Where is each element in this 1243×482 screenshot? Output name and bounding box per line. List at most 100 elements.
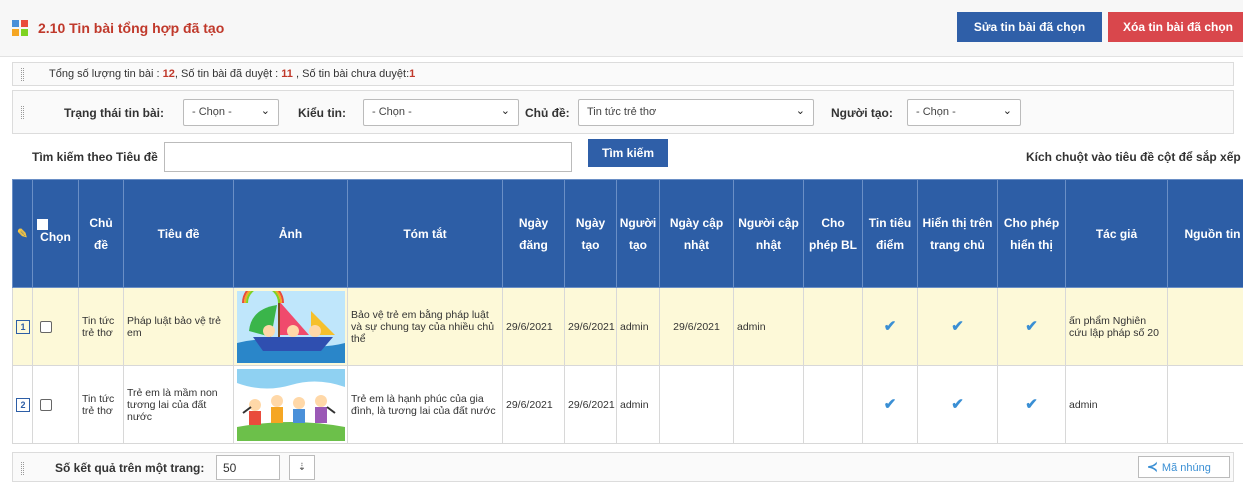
drag-handle-icon[interactable] <box>21 68 24 81</box>
updater-cell: admin <box>733 287 804 366</box>
creator-filter-select[interactable]: - Chọn - ⌄ <box>907 99 1021 126</box>
title-cell[interactable]: Trẻ em là mầm non tương lai của đất nước <box>123 365 234 444</box>
topic-filter-value: Tin tức trẻ thơ <box>587 106 657 118</box>
embed-label: Mã nhúng <box>1161 462 1211 474</box>
edit-selected-button[interactable]: Sửa tin bài đã chọn <box>957 12 1102 42</box>
title-cell[interactable]: Pháp luật bảo vệ trẻ em <box>123 287 234 366</box>
topic-filter-label: Chủ đề: <box>525 106 570 120</box>
title-wrap: 2.10 Tin bài tổng hợp đã tạo <box>12 20 224 36</box>
delete-selected-button[interactable]: Xóa tin bài đã chọn <box>1108 12 1243 42</box>
approved-label: , Số tin bài đã duyệt : <box>174 68 282 80</box>
created-cell: 29/6/2021 <box>564 365 617 444</box>
author-cell: admin <box>1065 365 1168 444</box>
column-menu-icon[interactable]: ✎ <box>12 179 33 288</box>
select-all-checkbox[interactable] <box>37 219 48 230</box>
col-updater[interactable]: Người cập nhật <box>733 179 804 288</box>
col-featured[interactable]: Tin tiêu điểm <box>862 179 918 288</box>
children-playing-image[interactable] <box>237 368 345 441</box>
row-index[interactable]: 2 <box>16 397 30 412</box>
drag-handle-icon[interactable] <box>21 106 24 119</box>
module-grid-icon <box>12 20 28 36</box>
col-created[interactable]: Ngày tạo <box>564 179 617 288</box>
updated-cell <box>659 365 734 444</box>
topic-filter-select[interactable]: Tin tức trẻ thơ ⌄ <box>578 99 814 126</box>
search-button[interactable]: Tìm kiếm <box>588 139 668 167</box>
col-allow-comment[interactable]: Cho phép BL <box>803 179 863 288</box>
featured-check-icon: ✔ <box>862 365 918 444</box>
chevron-down-icon: ⌄ <box>795 105 805 117</box>
select-all-header[interactable]: Chọn <box>32 179 79 288</box>
sailboat-kids-image[interactable] <box>237 290 345 363</box>
col-source[interactable]: Nguồn tin <box>1167 179 1243 288</box>
summary-cell: Trẻ em là hạnh phúc của gia đình, là tươ… <box>347 365 503 444</box>
status-filter-select[interactable]: - Chọn - ⌄ <box>183 99 279 126</box>
status-filter-label: Trạng thái tin bài: <box>64 106 165 120</box>
updated-cell: 29/6/2021 <box>659 287 734 366</box>
pending-count: 1 <box>409 68 416 80</box>
topic-cell: Tin tức trẻ thơ <box>78 287 124 366</box>
col-published[interactable]: Ngày đăng <box>502 179 565 288</box>
creator-cell: admin <box>616 287 660 366</box>
row-index[interactable]: 1 <box>16 319 30 334</box>
search-input[interactable] <box>164 142 572 172</box>
image-cell <box>233 365 348 444</box>
col-show-home[interactable]: Hiển thị trên trang chủ <box>917 179 998 288</box>
per-page-input[interactable]: 50 <box>216 455 280 480</box>
embed-code-button[interactable]: ≺ Mã nhúng <box>1138 456 1230 478</box>
col-title[interactable]: Tiêu đề <box>123 179 234 288</box>
col-updated[interactable]: Ngày cập nhật <box>659 179 734 288</box>
col-topic[interactable]: Chủ đề <box>78 179 124 288</box>
table-row[interactable]: 1 Tin tức trẻ thơ Pháp luật bảo vệ trẻ e… <box>12 287 1243 366</box>
created-cell: 29/6/2021 <box>564 287 617 366</box>
row-select-cell <box>32 287 79 366</box>
summary-text: Tổng số lượng tin bài : 12, Số tin bài đ… <box>49 68 415 80</box>
source-cell <box>1167 365 1243 444</box>
page-header: 2.10 Tin bài tổng hợp đã tạo Sửa tin bài… <box>0 0 1243 57</box>
drag-handle-icon[interactable] <box>21 462 24 475</box>
row-checkbox[interactable] <box>40 398 52 411</box>
table-row[interactable]: 2 Tin tức trẻ thơ Trẻ em là mầm non tươn… <box>12 365 1243 444</box>
allow-display-check-icon: ✔ <box>997 287 1066 366</box>
topic-cell: Tin tức trẻ thơ <box>78 365 124 444</box>
col-creator[interactable]: Người tạo <box>616 179 660 288</box>
per-page-apply-icon[interactable]: ⇣ <box>289 455 315 480</box>
row-index-cell: 2 <box>12 365 33 444</box>
summary-cell: Bảo vệ trẻ em bằng pháp luật và sự chung… <box>347 287 503 366</box>
published-cell: 29/6/2021 <box>502 287 565 366</box>
published-cell: 29/6/2021 <box>502 365 565 444</box>
chevron-down-icon: ⌄ <box>1002 105 1012 117</box>
type-filter-label: Kiểu tin: <box>298 106 346 120</box>
type-filter-select[interactable]: - Chọn - ⌄ <box>363 99 519 126</box>
news-table-wrap: ✎ Chọn Chủ đề Tiêu đề Ảnh Tóm tắt Ngày đ… <box>12 179 1243 444</box>
allow-comment-cell <box>803 287 863 366</box>
col-image[interactable]: Ảnh <box>233 179 348 288</box>
source-cell <box>1167 287 1243 366</box>
chevron-down-icon: ⌄ <box>260 105 270 117</box>
summary-bar: Tổng số lượng tin bài : 12, Số tin bài đ… <box>12 62 1234 86</box>
show-home-check-icon: ✔ <box>917 287 998 366</box>
col-select: Chọn <box>40 230 71 244</box>
pagination-footer: Số kết quả trên một trang: 50 ⇣ ≺ Mã nhún… <box>12 452 1234 482</box>
filter-bar: Trạng thái tin bài: - Chọn - ⌄ Kiểu tin: … <box>12 90 1234 134</box>
col-allow-display[interactable]: Cho phép hiển thị <box>997 179 1066 288</box>
search-label: Tìm kiếm theo Tiêu đề <box>32 150 158 164</box>
col-summary[interactable]: Tóm tắt <box>347 179 503 288</box>
pending-label: , Số tin bài chưa duyệt: <box>292 68 410 80</box>
creator-cell: admin <box>616 365 660 444</box>
image-cell <box>233 287 348 366</box>
creator-filter-label: Người tạo: <box>831 106 893 120</box>
allow-comment-cell <box>803 365 863 444</box>
type-filter-value: - Chọn - <box>372 106 412 118</box>
status-filter-value: - Chọn - <box>192 106 232 118</box>
col-author[interactable]: Tác giả <box>1065 179 1168 288</box>
updater-cell <box>733 365 804 444</box>
author-cell: ấn phẩm Nghiên cứu lập pháp số 20 <box>1065 287 1168 366</box>
sort-hint: Kích chuột vào tiêu đề cột để sắp xếp <box>1026 150 1241 164</box>
total-label: Tổng số lượng tin bài : <box>49 68 163 80</box>
creator-filter-value: - Chọn - <box>916 106 956 118</box>
row-index-cell: 1 <box>12 287 33 366</box>
row-checkbox[interactable] <box>40 320 52 333</box>
chevron-down-icon: ⌄ <box>500 105 510 117</box>
show-home-check-icon: ✔ <box>917 365 998 444</box>
news-table: ✎ Chọn Chủ đề Tiêu đề Ảnh Tóm tắt Ngày đ… <box>12 179 1243 444</box>
